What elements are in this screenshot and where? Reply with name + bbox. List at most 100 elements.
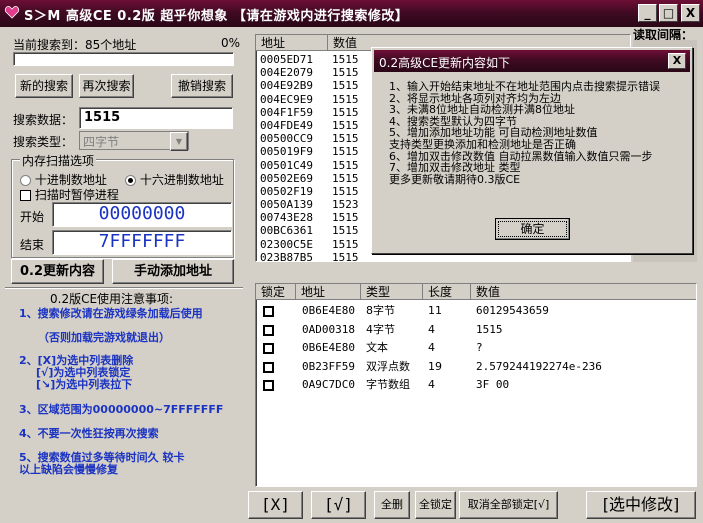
col-header-length[interactable]: 长度 — [423, 284, 471, 300]
search-progress-bar — [13, 52, 234, 66]
radio-checked-icon — [125, 175, 136, 186]
close-button[interactable]: X — [681, 4, 700, 22]
manual-add-address-button[interactable]: 手动添加地址 — [112, 259, 234, 284]
result-address: 0050A139 — [260, 198, 313, 212]
col-header-type[interactable]: 类型 — [361, 284, 423, 300]
result-address: 02300C5E — [260, 237, 313, 251]
dialog-close-button[interactable]: X — [668, 53, 686, 69]
search-data-input[interactable]: 1515 — [79, 107, 233, 129]
delete-selected-button[interactable]: [X] — [248, 491, 303, 519]
result-value: 1515 — [332, 79, 359, 93]
result-address: 00BC6361 — [260, 224, 313, 238]
result-value: 1515 — [332, 158, 359, 172]
locked-type: 字节数组 — [366, 378, 410, 391]
edit-selected-button[interactable]: [选中修改] — [586, 491, 696, 519]
col-header-lock[interactable]: 锁定 — [256, 284, 296, 300]
dialog-ok-button[interactable]: 确定 — [495, 218, 570, 240]
locked-value: 1515 — [476, 322, 503, 336]
minimize-button[interactable]: _ — [638, 4, 657, 22]
locked-row[interactable]: 0AD00318 4字节 4 1515 — [256, 321, 696, 340]
locked-length: 4 — [428, 322, 435, 336]
result-value: 1515 — [332, 132, 359, 146]
unlock-all-button[interactable]: 取消全部锁定[√] — [459, 491, 558, 519]
note-1: 1、搜索修改请在游戏绿条加载后使用 — [19, 307, 203, 320]
result-address: 00500CC9 — [260, 132, 313, 146]
dialog-content: 1、输入开始结束地址不在地址范围内点击搜索提示错误 2、将显示地址各项列对齐均为左… — [389, 81, 689, 185]
progress-percent: 0% — [221, 36, 241, 50]
locked-address: 0B6E4E80 — [302, 341, 355, 354]
result-value: 1515 — [332, 105, 359, 119]
locked-length: 4 — [428, 341, 435, 354]
result-address: 023B87B5 — [260, 250, 313, 262]
result-value: 1515 — [332, 224, 359, 238]
lock-all-button[interactable]: 全锁定 — [415, 491, 456, 519]
result-address: 00743E28 — [260, 211, 313, 225]
locked-row[interactable]: 0B23FF59 双浮点数 19 2.579244192274e-236 — [256, 358, 696, 377]
locked-type: 双浮点数 — [366, 359, 410, 373]
search-type-select[interactable]: 四字节 ▼ — [79, 131, 189, 151]
result-value: 1515 — [332, 211, 359, 225]
checkbox-icon — [20, 190, 31, 201]
dialog-title: 0.2高级CE更新内容如下 — [379, 56, 511, 70]
locked-table[interactable]: 锁定 地址 类型 长度 数值 0B6E4E80 8字节 11 60129543659 0… — [255, 283, 697, 487]
end-label: 结束 — [20, 238, 45, 252]
locked-value: 60129543659 — [476, 304, 549, 317]
dialog-line: 支持类型更换添加和检测地址是否正确 — [389, 137, 576, 151]
result-address: 0005ED71 — [260, 53, 313, 66]
start-address-input[interactable]: 00000000 — [52, 202, 232, 227]
locked-value: 2.579244192274e-236 — [476, 359, 602, 373]
col-header-locked-value[interactable]: 数值 — [471, 284, 696, 300]
update-content-button[interactable]: 0.2更新内容 — [11, 259, 104, 284]
locked-row[interactable]: 0B6E4E80 文本 4? — [256, 339, 696, 358]
result-address: 005019F9 — [260, 145, 313, 159]
pause-process-label: 扫描时暂停进程 — [34, 188, 119, 202]
locked-type: 文本 — [366, 341, 388, 354]
delete-all-button[interactable]: 全删 — [374, 491, 410, 519]
locked-address: 0B23FF59 — [302, 359, 355, 373]
col-header-address[interactable]: 地址 — [256, 35, 328, 51]
title-bar[interactable]: S＞M 高级CE 0.2版 超乎你想象 【请在游戏内进行搜索修改】 _ □ X — [0, 0, 703, 27]
result-value: 1515 — [332, 118, 359, 132]
lock-checkbox[interactable] — [263, 343, 274, 354]
pause-process-checkbox[interactable]: 扫描时暂停进程 — [20, 186, 119, 203]
chevron-down-icon[interactable]: ▼ — [170, 132, 188, 151]
locked-address: 0A9C7DC0 — [302, 378, 355, 391]
maximize-button[interactable]: □ — [659, 4, 678, 22]
start-label: 开始 — [20, 210, 45, 224]
result-value: 1515 — [332, 92, 359, 106]
hex-label: 十六进制数地址 — [139, 173, 224, 187]
note-4: 4、不要一次性狂按再次搜索 — [19, 427, 159, 440]
dialog-title-bar[interactable]: 0.2高级CE更新内容如下 X — [374, 50, 690, 72]
new-search-button[interactable]: 新的搜索 — [15, 74, 73, 98]
scan-options-title: 内存扫描选项 — [20, 152, 97, 169]
lock-checkbox[interactable] — [263, 361, 274, 373]
next-search-button[interactable]: 再次搜索 — [79, 74, 134, 98]
lock-checkbox[interactable] — [263, 324, 274, 336]
update-dialog[interactable]: 0.2高级CE更新内容如下 X 1、输入开始结束地址不在地址范围内点击搜索提示错… — [371, 47, 693, 254]
result-value: 1515 — [332, 66, 359, 80]
lock-selected-button[interactable]: [√] — [311, 491, 366, 519]
lock-checkbox[interactable] — [263, 380, 274, 391]
end-address-input[interactable]: 7FFFFFFF — [52, 230, 232, 255]
dialog-line: 1、输入开始结束地址不在地址范围内点击搜索提示错误 — [389, 80, 660, 93]
col-header-locked-address[interactable]: 地址 — [296, 284, 361, 300]
hex-radio[interactable]: 十六进制数地址 — [125, 171, 224, 188]
locked-value: 3F 00 — [476, 378, 510, 391]
result-address: 004FDE49 — [260, 118, 313, 132]
result-value: 1515 — [332, 250, 359, 262]
result-value: 1515 — [332, 184, 359, 198]
locked-value: ? — [476, 341, 483, 354]
result-value: 1523 — [332, 198, 359, 212]
search-count-label: 当前搜索到：85个地址 — [13, 38, 137, 52]
search-type-label: 搜索类型： — [13, 135, 74, 149]
radio-circle-icon — [20, 175, 31, 186]
lock-checkbox[interactable] — [263, 306, 274, 317]
locked-row[interactable]: 0B6E4E80 8字节 11 60129543659 — [256, 302, 696, 321]
locked-row[interactable]: 0A9C7DC0 字节数组 4 3F 00 — [256, 376, 696, 395]
search-type-value: 四字节 — [83, 135, 120, 149]
note-5b: 以上缺陷会慢慢修复 — [19, 463, 118, 476]
cancel-search-button[interactable]: 撤销搜索 — [171, 74, 233, 98]
result-address: 004EC9E9 — [260, 92, 313, 106]
note-2c: [↘]为选中列表拉下 — [36, 378, 133, 391]
decimal-label: 十进制数地址 — [34, 173, 107, 187]
